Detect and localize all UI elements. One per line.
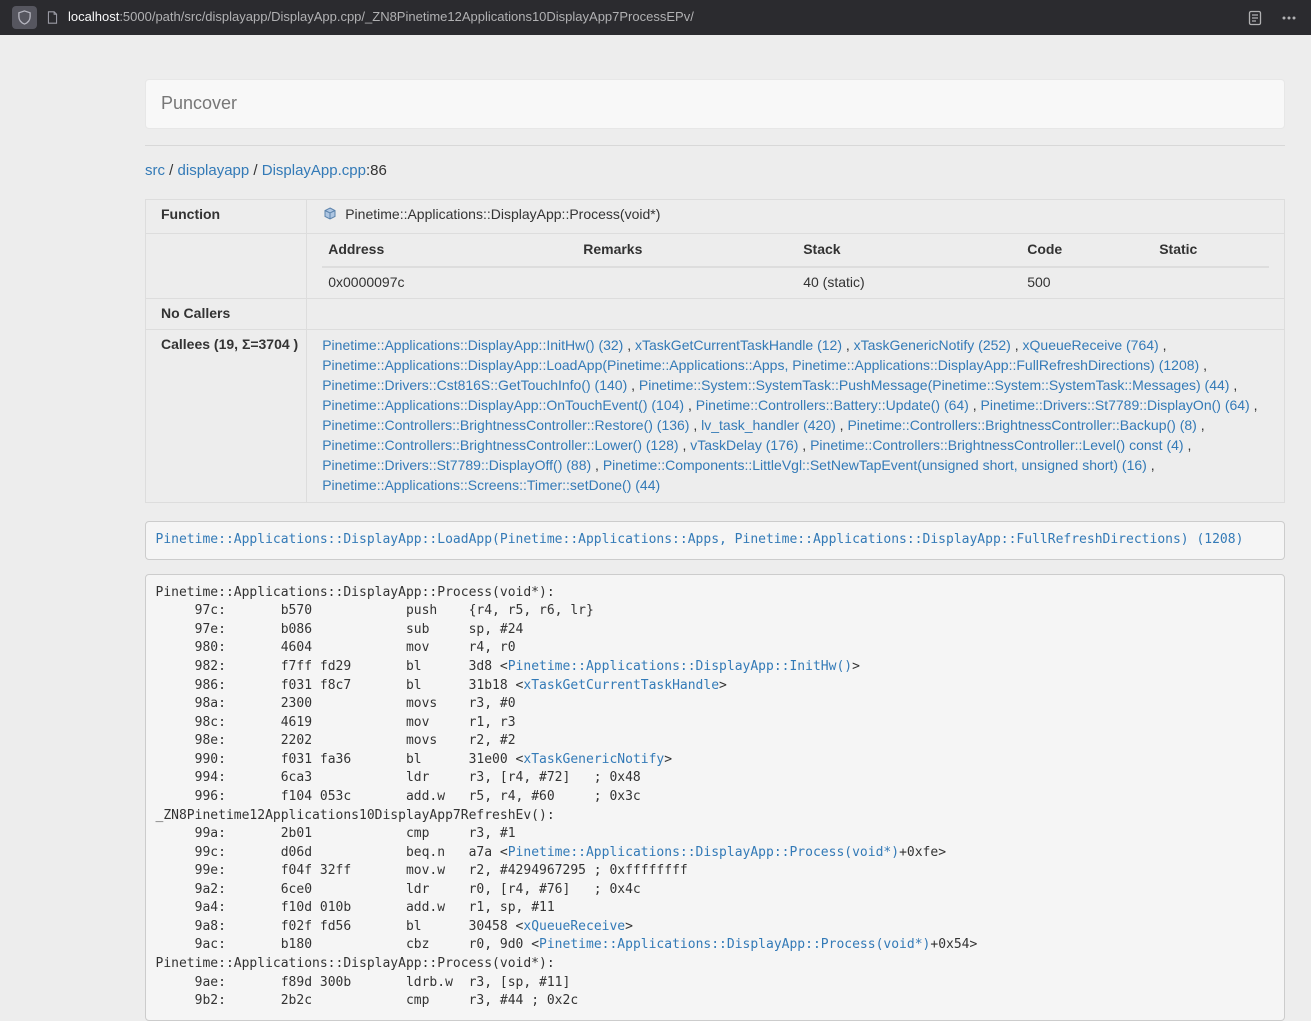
url-bar[interactable]: localhost:5000/path/src/displayapp/Displ… (68, 8, 1238, 27)
callees-cell: Pinetime::Applications::DisplayApp::Init… (307, 330, 1285, 503)
asm-symbol-link[interactable]: Pinetime::Applications::DisplayApp::Proc… (539, 937, 930, 952)
stats-col-static: Static (1153, 234, 1269, 267)
callee-link[interactable]: Pinetime::Drivers::St7789::DisplayOn() (… (981, 397, 1250, 413)
shield-icon (17, 10, 32, 25)
asm-symbol-link[interactable]: Pinetime::Applications::DisplayApp::Proc… (508, 845, 899, 860)
callee-separator: , (689, 417, 701, 433)
callee-separator: , (842, 337, 854, 353)
callee-link[interactable]: xTaskGetCurrentTaskHandle (12) (635, 337, 842, 353)
stats-col-address: Address (322, 234, 577, 267)
function-name: Pinetime::Applications::DisplayApp::Proc… (345, 206, 660, 222)
stats-header-row: AddressRemarksStackCodeStatic (322, 234, 1269, 267)
url-host: localhost (68, 9, 119, 24)
selected-symbol-link[interactable]: Pinetime::Applications::DisplayApp::Load… (156, 532, 1244, 547)
callee-separator: , (679, 437, 691, 453)
asm-symbol-link[interactable]: xTaskGetCurrentTaskHandle (523, 678, 719, 693)
callees-row: Callees (19, Σ=3704 ) Pinetime::Applicat… (146, 330, 1285, 503)
breadcrumb-link[interactable]: DisplayApp.cpp (262, 162, 366, 179)
page-icon (46, 10, 59, 25)
browser-chrome: localhost:5000/path/src/displayapp/Displ… (0, 0, 1311, 35)
tracking-protection-button[interactable] (12, 6, 37, 29)
callee-separator: , (969, 397, 981, 413)
stats-col-remarks: Remarks (577, 234, 797, 267)
brand-link[interactable]: Puncover (161, 91, 237, 117)
stats-value-row: 0x0000097c 40 (static)500 (322, 267, 1269, 298)
callee-link[interactable]: Pinetime::Controllers::BrightnessControl… (322, 417, 689, 433)
callee-link[interactable]: Pinetime::Drivers::St7789::DisplayOff() … (322, 457, 591, 473)
callee-separator: , (798, 437, 810, 453)
callee-link[interactable]: Pinetime::Applications::DisplayApp::Load… (322, 357, 1199, 373)
callers-cell (307, 299, 1285, 330)
url-path: :5000/path/src/displayapp/DisplayApp.cpp… (119, 9, 694, 24)
stats-value-stack: 40 (static) (797, 267, 1021, 298)
callee-link[interactable]: Pinetime::Applications::DisplayApp::Init… (322, 337, 623, 353)
function-name-cell: Pinetime::Applications::DisplayApp::Proc… (307, 200, 1285, 234)
callee-separator: , (836, 417, 848, 433)
breadcrumb-separator: / (249, 162, 262, 179)
breadcrumb-link[interactable]: src (145, 162, 165, 179)
function-row: Function Pinetime::Applications::Display… (146, 200, 1285, 234)
callee-link[interactable]: vTaskDelay (176) (690, 437, 798, 453)
stats-row: AddressRemarksStackCodeStatic 0x0000097c… (146, 234, 1285, 299)
asm-symbol-link[interactable]: Pinetime::Applications::DisplayApp::Init… (508, 659, 852, 674)
callee-link[interactable]: Pinetime::Controllers::BrightnessControl… (322, 437, 678, 453)
function-icon (322, 206, 338, 228)
callee-separator: , (1197, 417, 1205, 433)
stats-value-static (1153, 267, 1269, 298)
callee-link[interactable]: xTaskGenericNotify (252) (854, 337, 1011, 353)
callee-separator: , (1199, 357, 1207, 373)
callee-link[interactable]: Pinetime::Drivers::Cst816S::GetTouchInfo… (322, 377, 627, 393)
divider (145, 145, 1285, 146)
chrome-actions (1247, 10, 1299, 26)
callee-link[interactable]: Pinetime::Controllers::Battery::Update()… (696, 397, 969, 413)
no-callers-label: No Callers (146, 299, 307, 330)
navbar: Puncover (145, 79, 1285, 129)
asm-symbol-link[interactable]: xQueueReceive (523, 919, 625, 934)
breadcrumb: src / displayapp / DisplayApp.cpp:86 (145, 160, 1285, 181)
callee-link[interactable]: Pinetime::Controllers::BrightnessControl… (847, 417, 1196, 433)
callee-link[interactable]: Pinetime::Applications::Screens::Timer::… (322, 477, 660, 493)
stats-value-address: 0x0000097c (322, 267, 577, 298)
reader-view-icon[interactable] (1247, 10, 1263, 26)
callee-separator: , (1229, 377, 1237, 393)
callee-separator: , (1159, 337, 1167, 353)
callee-link[interactable]: Pinetime::System::SystemTask::PushMessag… (639, 377, 1230, 393)
breadcrumb-link[interactable]: displayapp (178, 162, 250, 179)
callee-separator: , (684, 397, 696, 413)
callee-separator: , (1147, 457, 1155, 473)
stats-col-code: Code (1021, 234, 1153, 267)
callee-separator: , (591, 457, 603, 473)
stats-spacer (146, 234, 307, 299)
selected-symbol-box: Pinetime::Applications::DisplayApp::Load… (145, 521, 1285, 560)
callee-link[interactable]: Pinetime::Components::LittleVgl::SetNewT… (603, 457, 1147, 473)
stats-col-stack: Stack (797, 234, 1021, 267)
callee-separator: , (1250, 397, 1258, 413)
callee-separator: , (1184, 437, 1192, 453)
disassembly: Pinetime::Applications::DisplayApp::Proc… (145, 574, 1285, 1021)
callers-row: No Callers (146, 299, 1285, 330)
symbol-table: Function Pinetime::Applications::Display… (145, 199, 1285, 503)
callee-link[interactable]: Pinetime::Applications::DisplayApp::OnTo… (322, 397, 684, 413)
stats-table: AddressRemarksStackCodeStatic 0x0000097c… (322, 234, 1269, 298)
breadcrumb-line-number: :86 (366, 162, 387, 179)
page-container: Puncover src / displayapp / DisplayApp.c… (145, 35, 1285, 1021)
stats-cell: AddressRemarksStackCodeStatic 0x0000097c… (307, 234, 1285, 299)
breadcrumb-separator: / (165, 162, 178, 179)
callee-link[interactable]: lv_task_handler (420) (701, 417, 836, 433)
callee-separator: , (627, 377, 639, 393)
function-label: Function (146, 200, 307, 234)
callees-label: Callees (19, Σ=3704 ) (146, 330, 307, 503)
callee-link[interactable]: xQueueReceive (764) (1023, 337, 1159, 353)
asm-symbol-link[interactable]: xTaskGenericNotify (523, 752, 664, 767)
callee-separator: , (1011, 337, 1023, 353)
stats-value-remarks (577, 267, 797, 298)
callee-separator: , (623, 337, 635, 353)
stats-value-code: 500 (1021, 267, 1153, 298)
ellipsis-menu-icon[interactable] (1281, 10, 1297, 26)
callee-link[interactable]: Pinetime::Controllers::BrightnessControl… (810, 437, 1183, 453)
